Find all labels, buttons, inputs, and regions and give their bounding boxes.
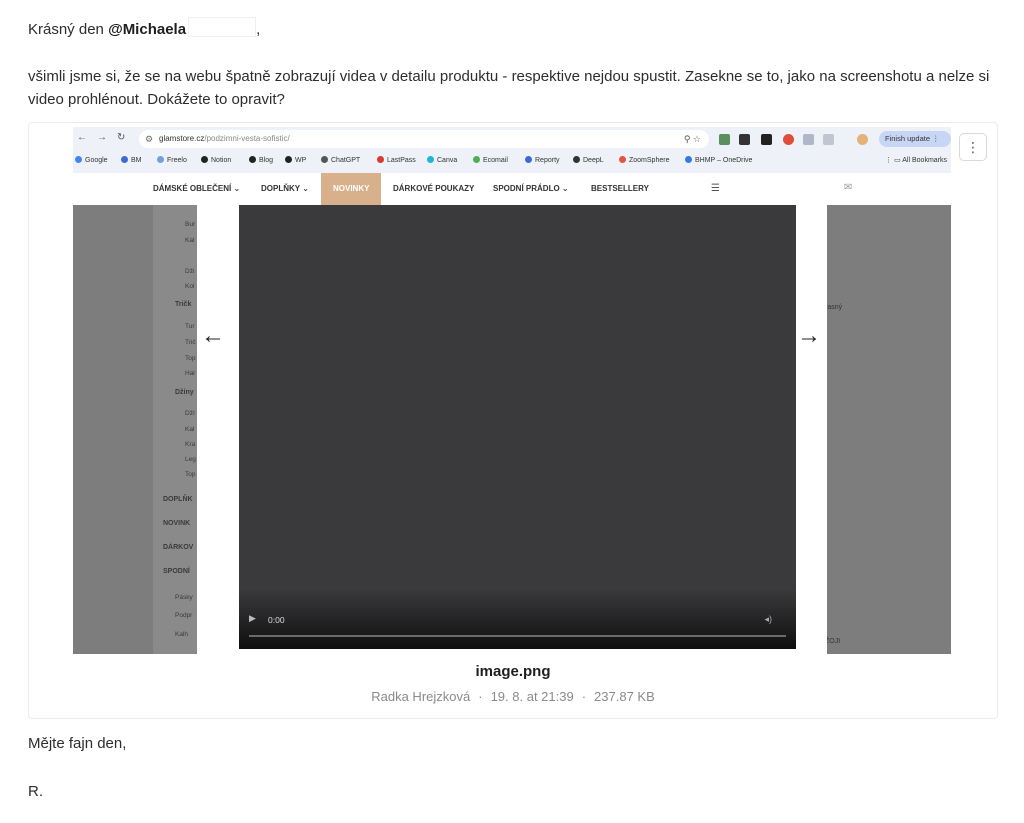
extension-icon [719,134,730,145]
attachment-filename[interactable]: image.png [29,663,997,680]
play-icon: ▶ [249,613,256,623]
bookmark-item: BHMP – OneDrive [685,153,752,169]
browser-toolbar: ← → ↻ ⚙ glamstore.cz/podzimni-vesta-sofi… [73,129,951,149]
attached-screenshot[interactable]: ← → ↻ ⚙ glamstore.cz/podzimni-vesta-sofi… [73,127,951,654]
previous-arrow-icon: ← [201,322,225,349]
profile-avatar [857,134,868,145]
address-bar: ⚙ glamstore.cz/podzimni-vesta-sofistic/ … [139,130,709,148]
bookmark-item: DeepL [573,153,604,169]
back-icon: ← [77,132,87,143]
volume-icon: ◂) [764,614,772,624]
next-arrow-icon: → [797,322,821,349]
bookmark-item: BM [121,153,142,169]
forward-icon: → [97,132,107,143]
url-domain: glamstore.cz [159,134,205,143]
signoff-text: Mějte fajn den, [28,735,127,752]
category-sidebar: Bur Kal Dži Kol Tričk Tur Trič Top Hal D… [153,205,197,654]
bookmarks-bar: Google BM Freelo Notion Blog WP ChatGPT … [73,153,951,169]
browser-chrome: ← → ↻ ⚙ glamstore.cz/podzimni-vesta-sofi… [73,127,951,173]
user-mention[interactable]: @Michaela [108,21,186,38]
nav-item: DOPLŇKY ⌄ [261,184,309,193]
nav-item: DÁMSKÉ OBLEČENÍ ⌄ [153,184,241,193]
nav-item: BESTSELLERY [591,184,649,193]
bookmark-item: ChatGPT [321,153,360,169]
attachment-size: 237.87 KB [594,689,655,704]
redacted-name [188,17,257,37]
extension-icon [761,134,772,145]
extension-icon [783,134,794,145]
video-controls: ▶ 0:00 ◂) [239,589,796,649]
bookmark-item: LastPass [377,153,416,169]
extension-icon [823,134,834,145]
nav-item: DÁRKOVÉ POUKAZY [393,184,475,193]
video-progress-track [249,635,786,637]
greeting-line: Krásný den @Michaela, [28,17,260,41]
bookmark-item: Reporty [525,153,560,169]
video-time: 0:00 [268,615,285,625]
bookmark-item: ZoomSphere [619,153,669,169]
product-video: ▶ 0:00 ◂) [239,205,796,649]
site-info-icon: ⚙ [145,134,154,144]
message-body: všimli jsme si, že se na webu špatně zob… [28,68,990,108]
finish-update-button: Finish update ⋮ [879,131,951,147]
bookmark-item: Canva [427,153,457,169]
all-bookmarks: ⋮ ▭ All Bookmarks [885,157,947,164]
page-text-fragment: ŽOJI [825,638,841,645]
greeting-comma: , [256,21,261,38]
menu-icon: ☰ [711,183,720,194]
page-text-fragment: rasný [825,304,843,311]
url-path: /podzimni-vesta-sofistic/ [204,134,290,143]
more-options-button[interactable]: ⋮ [959,133,987,161]
nav-item: SPODNÍ PRÁDLO ⌄ [493,184,569,193]
extension-icon [803,134,814,145]
reload-icon: ↻ [117,132,126,143]
bookmark-item: WP [285,153,306,169]
attachment-date: 19. 8. at 21:39 [490,689,574,704]
mail-icon: ✉ [844,182,853,193]
bookmark-star-icon: ⚲ ☆ [683,134,701,144]
attachment-author: Radka Hrejzková [371,689,471,704]
signature-text: R. [28,783,43,800]
bookmark-item: Freelo [157,153,187,169]
greeting-text: Krásný den [28,21,104,38]
attachment-meta: Radka Hrejzková · 19. 8. at 21:39 · 237.87 K… [371,689,655,704]
extension-icon [739,134,750,145]
bookmark-item: Notion [201,153,231,169]
bookmark-item: Ecomail [473,153,508,169]
more-vertical-icon: ⋮ [966,138,980,155]
bookmark-item: Blog [249,153,273,169]
bookmark-item: Google [75,153,108,169]
site-navigation: DÁMSKÉ OBLEČENÍ ⌄ DOPLŇKY ⌄ NOVINKY DÁRK… [73,173,951,205]
nav-item-active: NOVINKY [321,173,382,205]
image-attachment[interactable]: ⋮ ← → ↻ ⚙ glamstore.cz/podzimni-vesta-so… [28,122,998,719]
